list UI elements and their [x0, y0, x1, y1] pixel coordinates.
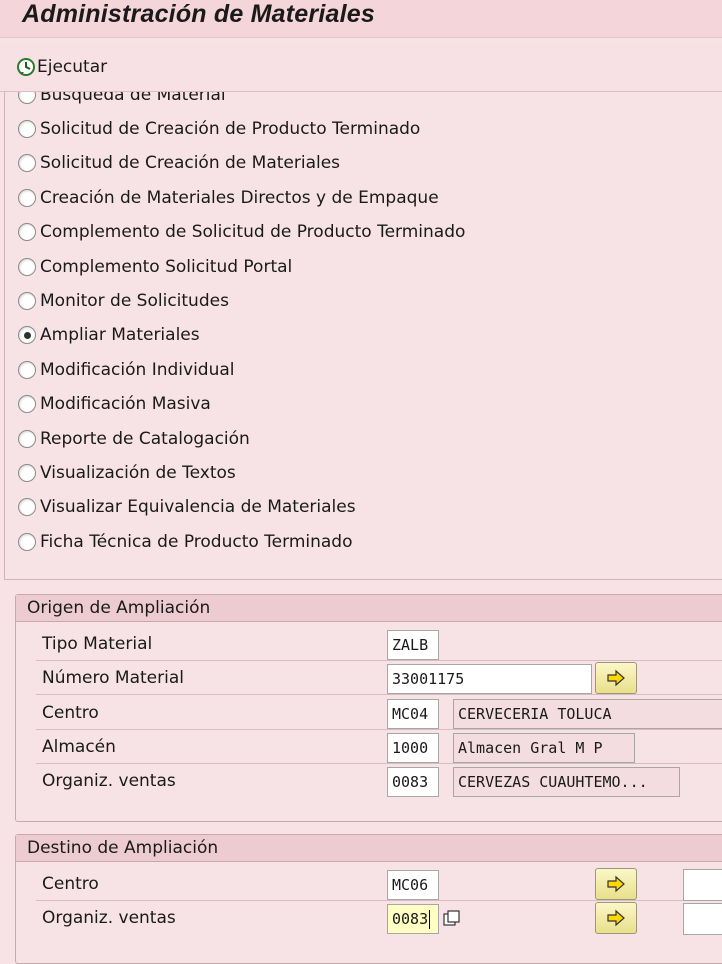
field-label: Organiz. ventas: [42, 908, 176, 928]
almacen-input[interactable]: 1000: [387, 733, 439, 763]
radio-solicitud-materiales[interactable]: Solicitud de Creación de Materiales: [18, 151, 340, 175]
radio-modificacion-masiva[interactable]: Modificación Masiva: [18, 392, 211, 416]
radio-label: Ampliar Materiales: [40, 325, 200, 345]
radio-label: Reporte de Catalogación: [40, 429, 250, 449]
radio-label: Visualización de Textos: [40, 463, 236, 483]
execute-label: Ejecutar: [37, 57, 108, 77]
radio-label: Modificación Individual: [40, 360, 235, 380]
yellow-arrow-right-icon: [607, 669, 625, 687]
destino-centro-extra-field[interactable]: [683, 869, 722, 901]
org-ventas-input[interactable]: 0083: [387, 767, 439, 797]
radio-reporte-catalogacion[interactable]: Reporte de Catalogación: [18, 427, 250, 451]
row-destino-centro: Centro MC06: [36, 868, 722, 901]
destino-org-ventas-input[interactable]: 0083: [387, 904, 439, 934]
radio-circle[interactable]: [18, 533, 36, 551]
radio-circle[interactable]: [18, 189, 36, 207]
destino-org-ventas-extra-field[interactable]: [683, 903, 722, 935]
row-org-ventas: Organiz. ventas 0083 CERVEZAS CUAUHTEMO.…: [36, 765, 722, 798]
radio-label: Complemento de Solicitud de Producto Ter…: [40, 222, 466, 242]
value-help-icon[interactable]: [443, 910, 461, 928]
row-centro: Centro MC04 CERVECERIA TOLUCA: [36, 697, 722, 730]
radio-label: Ficha Técnica de Producto Terminado: [40, 532, 353, 552]
radio-label: Complemento Solicitud Portal: [40, 257, 293, 277]
radio-complemento-portal[interactable]: Complemento Solicitud Portal: [18, 255, 292, 279]
centro-description: CERVECERIA TOLUCA: [453, 699, 722, 729]
radio-label: Búsqueda de Material: [40, 92, 226, 105]
radio-label: Solicitud de Creación de Producto Termin…: [40, 119, 421, 139]
radio-circle[interactable]: [18, 154, 36, 172]
tipo-material-input[interactable]: ZALB: [387, 630, 439, 660]
radio-modificacion-individual[interactable]: Modificación Individual: [18, 358, 235, 382]
radio-circle-selected[interactable]: [18, 326, 36, 344]
radio-circle[interactable]: [18, 92, 36, 104]
field-label: Almacén: [42, 737, 116, 757]
destino-centro-input[interactable]: MC06: [387, 870, 439, 900]
radio-label: Creación de Materiales Directos y de Emp…: [40, 188, 439, 208]
multiple-selection-button[interactable]: [595, 662, 637, 694]
numero-material-input[interactable]: 33001175: [387, 664, 592, 694]
centro-input[interactable]: MC04: [387, 699, 439, 729]
origen-ampliacion-group: Origen de Ampliación Tipo Material ZALB …: [15, 594, 722, 822]
row-tipo-material: Tipo Material ZALB: [36, 628, 722, 661]
yellow-arrow-right-icon: [607, 875, 625, 893]
multiple-selection-button[interactable]: [595, 902, 637, 934]
field-label: Organiz. ventas: [42, 771, 176, 791]
text-cursor: [429, 910, 431, 929]
radio-circle[interactable]: [18, 120, 36, 138]
field-label: Tipo Material: [42, 634, 153, 654]
title-bar: Administración de Materiales: [0, 0, 722, 38]
execute-clock-icon: [17, 58, 35, 76]
radio-circle[interactable]: [18, 223, 36, 241]
row-destino-org-ventas: Organiz. ventas 0083: [36, 902, 722, 935]
destino-ampliacion-group: Destino de Ampliación Centro MC06 Organi…: [15, 834, 722, 964]
radio-circle[interactable]: [18, 430, 36, 448]
radio-equivalencia-materiales[interactable]: Visualizar Equivalencia de Materiales: [18, 495, 356, 519]
radio-ampliar-materiales[interactable]: Ampliar Materiales: [18, 323, 200, 347]
radio-label: Solicitud de Creación de Materiales: [40, 153, 341, 173]
input-value: 0083: [392, 910, 429, 928]
radio-label: Modificación Masiva: [40, 394, 211, 414]
group-title: Destino de Ampliación: [16, 835, 722, 862]
radio-circle[interactable]: [18, 258, 36, 276]
radio-label: Monitor de Solicitudes: [40, 291, 229, 311]
yellow-arrow-right-icon: [607, 909, 625, 927]
execute-button[interactable]: Ejecutar: [16, 54, 107, 80]
page-title: Administración de Materiales: [22, 0, 375, 28]
radio-solicitud-producto-terminado[interactable]: Solicitud de Creación de Producto Termin…: [18, 117, 420, 141]
radio-circle[interactable]: [18, 498, 36, 516]
field-label: Centro: [42, 703, 99, 723]
row-almacen: Almacén 1000 Almacen Gral M P: [36, 731, 722, 764]
radio-options-area: Búsqueda de Material Solicitud de Creaci…: [4, 92, 722, 580]
row-numero-material: Número Material 33001175: [36, 662, 722, 695]
radio-monitor-solicitudes[interactable]: Monitor de Solicitudes: [18, 289, 229, 313]
radio-materiales-directos[interactable]: Creación de Materiales Directos y de Emp…: [18, 186, 439, 210]
radio-circle[interactable]: [18, 292, 36, 310]
radio-complemento-producto-terminado[interactable]: Complemento de Solicitud de Producto Ter…: [18, 220, 465, 244]
radio-ficha-tecnica[interactable]: Ficha Técnica de Producto Terminado: [18, 530, 353, 554]
radio-label: Visualizar Equivalencia de Materiales: [40, 497, 356, 517]
radio-visualizacion-textos[interactable]: Visualización de Textos: [18, 461, 236, 485]
radio-busqueda-material[interactable]: Búsqueda de Material: [18, 92, 226, 107]
radio-circle[interactable]: [18, 464, 36, 482]
radio-circle[interactable]: [18, 395, 36, 413]
application-toolbar: Ejecutar: [0, 42, 722, 92]
org-ventas-description: CERVEZAS CUAUHTEMO...: [453, 767, 680, 797]
multiple-selection-button[interactable]: [595, 868, 637, 900]
almacen-description: Almacen Gral M P: [453, 733, 635, 763]
field-label: Centro: [42, 874, 99, 894]
radio-circle[interactable]: [18, 361, 36, 379]
field-label: Número Material: [42, 668, 184, 688]
group-title: Origen de Ampliación: [16, 595, 722, 622]
